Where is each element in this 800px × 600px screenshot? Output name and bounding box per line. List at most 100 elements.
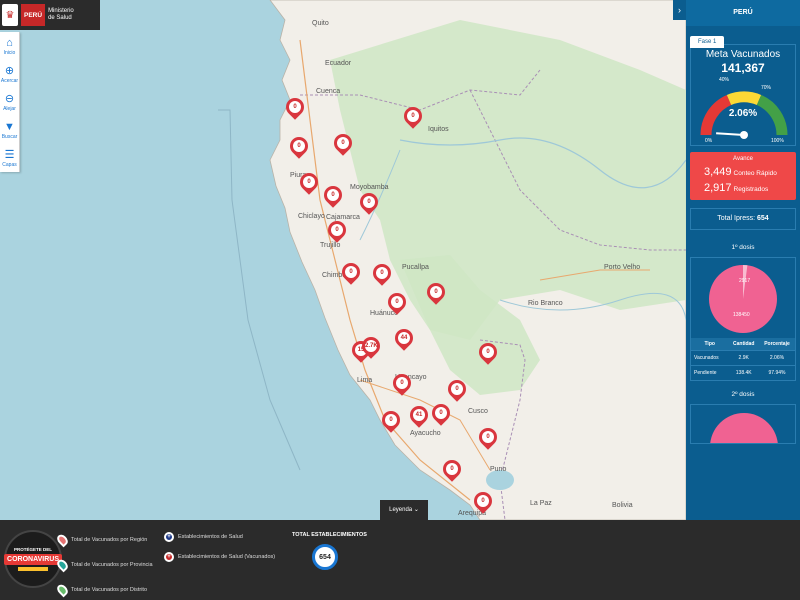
legend-toggle-label: Leyenda xyxy=(389,507,413,513)
dose2-title: 2º dosis xyxy=(731,391,755,398)
health-center-icon: + xyxy=(164,532,174,542)
marker-count: 0 xyxy=(376,267,388,279)
dose1-card: 2917 138450 Tipo Cantidad Porcentaje Vac… xyxy=(690,257,796,381)
total-ipress-value: 654 xyxy=(757,215,769,222)
region-marker[interactable]: 0 xyxy=(356,189,382,217)
region-marker[interactable]: 44 xyxy=(391,325,417,353)
total-est-value: 654 xyxy=(312,544,338,570)
progress-gauge: 40% 70% 0% 100% 2.06% xyxy=(691,75,795,145)
marker-count: 0 xyxy=(345,266,357,278)
gauge-label: 40% xyxy=(719,77,730,83)
region-marker[interactable]: 0 xyxy=(320,182,346,210)
legend-item: + Establecimientos de Salud xyxy=(164,532,243,542)
map-canvas[interactable]: Quito Ecuador Cuenca Iquitos Piura Chicl… xyxy=(0,0,686,520)
chevron-down-icon: ⌄ xyxy=(413,507,419,513)
legend-item: + Establecimientos de Salud (Vacunados) xyxy=(164,552,275,562)
map-toolbar: ⌂ Inicio ⊕ Acercar ⊖ Alejar ▼ Buscar ☰ C… xyxy=(0,32,20,172)
registrados-label: Registrados xyxy=(733,186,769,193)
panel-title: PERÚ xyxy=(686,0,800,26)
region-marker[interactable]: 0 xyxy=(470,488,496,516)
map-place-label: Quito xyxy=(312,20,329,27)
region-marker[interactable]: 41 xyxy=(406,402,432,430)
conteo-value: 3,449 xyxy=(704,166,732,178)
marker-count: 0 xyxy=(363,196,375,208)
marker-count: 0 xyxy=(451,383,463,395)
table-header: Porcentaje xyxy=(758,338,795,351)
badge-line: PROTÉGETE DEL xyxy=(13,547,52,552)
marker-count: 2.7K xyxy=(365,340,378,352)
zoom-out-button[interactable]: ⊖ Alejar xyxy=(0,88,19,116)
map-place-label: Cajamarca xyxy=(326,214,360,221)
region-marker[interactable]: 0 xyxy=(444,376,470,404)
region-marker[interactable]: 0 xyxy=(439,456,465,484)
region-marker[interactable]: 0 xyxy=(389,370,415,398)
region-marker[interactable]: 0 xyxy=(378,407,404,435)
map-place-label: Cuenca xyxy=(316,88,341,95)
map-place-label: Ayacucho xyxy=(410,430,441,437)
marker-count: 0 xyxy=(391,296,403,308)
marker-count: 0 xyxy=(396,377,408,389)
region-marker[interactable]: 0 xyxy=(330,130,356,158)
marker-count: 0 xyxy=(482,431,494,443)
layers-button[interactable]: ☰ Capas xyxy=(0,144,19,172)
province-pin-icon xyxy=(55,557,70,573)
total-ipress-label: Total Ipress: xyxy=(717,215,756,222)
marker-count: 0 xyxy=(446,463,458,475)
region-marker[interactable]: 0 xyxy=(384,289,410,317)
gauge-label: 0% xyxy=(705,138,713,144)
total-establishments: TOTAL ESTABLECIMIENTOS 654 xyxy=(292,532,367,570)
table-cell: 2.9K xyxy=(728,350,759,366)
region-marker[interactable]: 0 xyxy=(324,217,350,245)
district-pin-icon xyxy=(55,582,70,598)
tool-label: Acercar xyxy=(0,77,19,84)
legend-toggle[interactable]: Leyenda ⌄ xyxy=(380,500,428,520)
dose1-title: 1º dosis xyxy=(731,244,755,251)
region-marker[interactable]: 0 xyxy=(286,133,312,161)
gauge-needle xyxy=(716,132,745,136)
tool-label: Alejar xyxy=(3,105,16,112)
zoom-in-icon: ⊕ xyxy=(4,64,15,77)
region-marker[interactable]: 0 xyxy=(296,169,322,197)
marker-count: 0 xyxy=(289,101,301,113)
region-marker[interactable]: 0 xyxy=(338,259,364,287)
dose2-card xyxy=(690,404,796,444)
region-marker[interactable]: 0 xyxy=(423,279,449,307)
map-place-label: Pucallpa xyxy=(402,264,429,271)
marker-count: 0 xyxy=(337,137,349,149)
badge-line: CORONAVIRUS xyxy=(4,554,62,565)
ministry-line: de Salud xyxy=(48,15,72,21)
region-marker[interactable]: 0 xyxy=(282,94,308,122)
legend-label: Establecimientos de Salud (Vacunados) xyxy=(178,554,276,560)
table-cell: 97.94% xyxy=(758,365,795,380)
layers-icon: ☰ xyxy=(4,148,15,161)
region-marker[interactable]: 0 xyxy=(400,103,426,131)
region-marker[interactable]: 2.7K xyxy=(358,333,384,361)
table-cell: 138.4K xyxy=(728,365,759,380)
tool-label: Inicio xyxy=(3,49,16,56)
meta-label: Meta Vacunados xyxy=(705,49,781,60)
bottom-bar-right xyxy=(686,520,800,600)
search-button[interactable]: ▼ Buscar xyxy=(0,116,19,144)
panel-collapse-button[interactable]: › xyxy=(673,0,686,20)
marker-count: 0 xyxy=(430,286,442,298)
tool-label: Buscar xyxy=(1,133,18,140)
region-marker[interactable]: 0 xyxy=(475,424,501,452)
region-marker[interactable]: 0 xyxy=(475,339,501,367)
region-marker[interactable]: 0 xyxy=(369,260,395,288)
dose2-pie xyxy=(710,413,778,443)
badge-stripe xyxy=(18,567,48,571)
map-place-label: Iquitos xyxy=(428,126,449,133)
region-marker[interactable]: 0 xyxy=(428,400,454,428)
tab-fase-1[interactable]: Fase 1 xyxy=(690,36,725,48)
total-ipress: Total Ipress: 654 xyxy=(690,208,796,230)
legend-label: Establecimientos de Salud xyxy=(178,534,243,540)
zoom-in-button[interactable]: ⊕ Acercar xyxy=(0,60,19,88)
gauge-percent: 2.06% xyxy=(728,108,758,119)
legend-item: Total de Vacunados por Región xyxy=(55,532,147,548)
map-place-label: Bolivia xyxy=(612,502,633,509)
stats-panel: PERÚ Fase 1 Meta Vacunados 141,367 40% 7… xyxy=(686,0,800,600)
marker-count: 0 xyxy=(331,224,343,236)
meta-value: 141,367 xyxy=(721,61,765,75)
home-button[interactable]: ⌂ Inicio xyxy=(0,32,19,60)
marker-count: 0 xyxy=(407,110,419,122)
